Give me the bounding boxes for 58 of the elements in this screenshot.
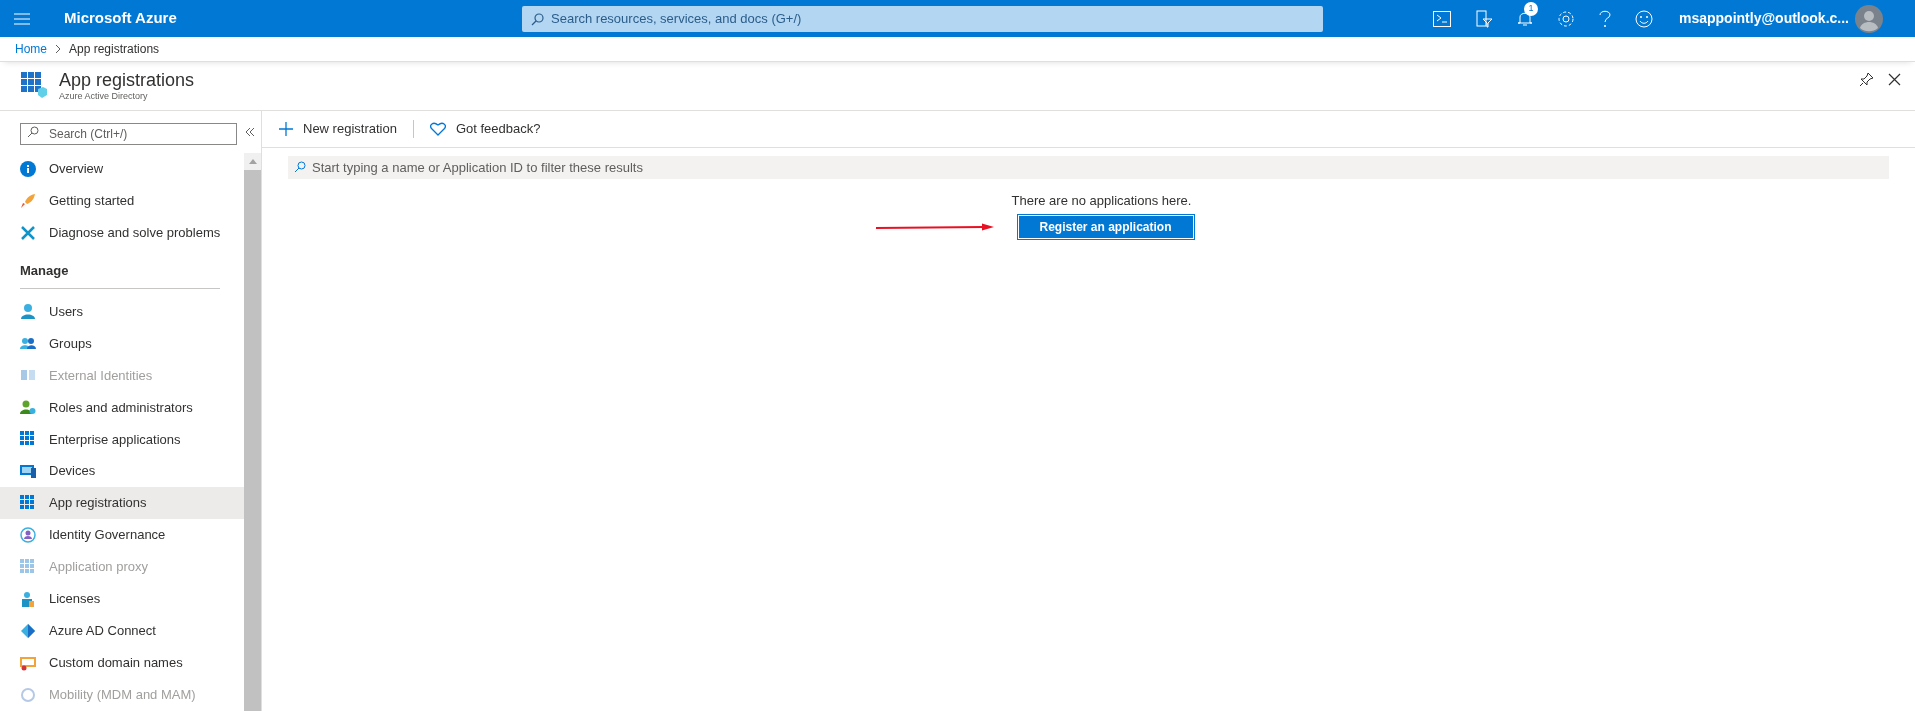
diamond-icon [20, 623, 36, 640]
account-name[interactable]: msappointly@outlook.c... [1679, 8, 1849, 29]
nav-item[interactable]: Overview [0, 153, 245, 185]
help-icon[interactable] [1599, 9, 1611, 28]
tools-icon [20, 224, 36, 241]
search-icon [531, 12, 544, 26]
badge-user-icon [20, 591, 36, 608]
nav-item[interactable]: Diagnose and solve problems [0, 216, 245, 249]
user-circle-icon [20, 527, 36, 544]
chevron-right-icon [55, 44, 61, 54]
notification-badge: 1 [1524, 1, 1538, 16]
nav-item[interactable]: Groups [0, 327, 245, 360]
breadcrumb-current: App registrations [69, 41, 160, 58]
search-icon [27, 126, 39, 138]
nav-item[interactable]: Identity Governance [0, 519, 245, 552]
nav-item[interactable]: Enterprise applications [0, 423, 245, 456]
avatar-icon[interactable] [1855, 4, 1883, 33]
page-subtitle: Azure Active Directory [59, 90, 149, 103]
nav-item[interactable]: Devices [0, 455, 245, 488]
new-registration-button[interactable]: New registration [279, 119, 397, 139]
scrollbar[interactable] [244, 153, 261, 711]
search-icon [294, 161, 306, 173]
empty-message: There are no applications here. [1011, 192, 1192, 210]
sidebar-search-field[interactable]: Search (Ctrl+/) [20, 123, 237, 145]
filter-icon[interactable] [1475, 9, 1493, 28]
rocket-icon [20, 192, 36, 209]
nav-item[interactable]: Licenses [0, 583, 245, 616]
brand-name[interactable]: Microsoft Azure [64, 7, 522, 30]
heart-icon [429, 122, 446, 136]
feedback-button[interactable]: Got feedback? [429, 119, 541, 139]
proxy-grid-icon [20, 559, 36, 576]
register-button[interactable]: Register an application [1017, 214, 1194, 239]
breadcrumb-link[interactable]: Home [15, 40, 47, 58]
certificate-icon [20, 655, 36, 672]
nav-item[interactable]: Azure AD Connect [0, 615, 245, 648]
apps-grid-icon [20, 431, 36, 448]
users-icon [20, 335, 36, 352]
info-icon [20, 161, 36, 177]
page-title: App registrations [59, 70, 195, 90]
terminal-icon[interactable] [1433, 10, 1451, 27]
nav-item[interactable]: App registrations [0, 487, 245, 520]
nav-item[interactable]: Roles and administrators [0, 391, 245, 424]
smiley-icon[interactable] [1635, 9, 1653, 28]
close-icon[interactable] [1888, 73, 1901, 86]
collapse-icon[interactable] [245, 127, 255, 137]
monitor-icon [20, 463, 36, 480]
app-grid-icon [21, 72, 47, 98]
plus-icon [279, 122, 293, 136]
section-heading: Manage [20, 260, 220, 290]
user-icon [20, 303, 36, 320]
nav-item[interactable]: Getting started [0, 184, 245, 217]
search-field[interactable]: Search resources, services, and docs (G+/) [522, 5, 1323, 32]
settings-icon[interactable] [1557, 9, 1575, 28]
nav-item[interactable]: Custom domain names [0, 647, 245, 680]
pin-icon[interactable] [1859, 72, 1874, 87]
apps-grid-icon [20, 495, 36, 512]
nav-item[interactable]: Users [0, 295, 245, 328]
filter-field[interactable]: Start typing a name or Application ID to filter these results [288, 156, 1889, 179]
